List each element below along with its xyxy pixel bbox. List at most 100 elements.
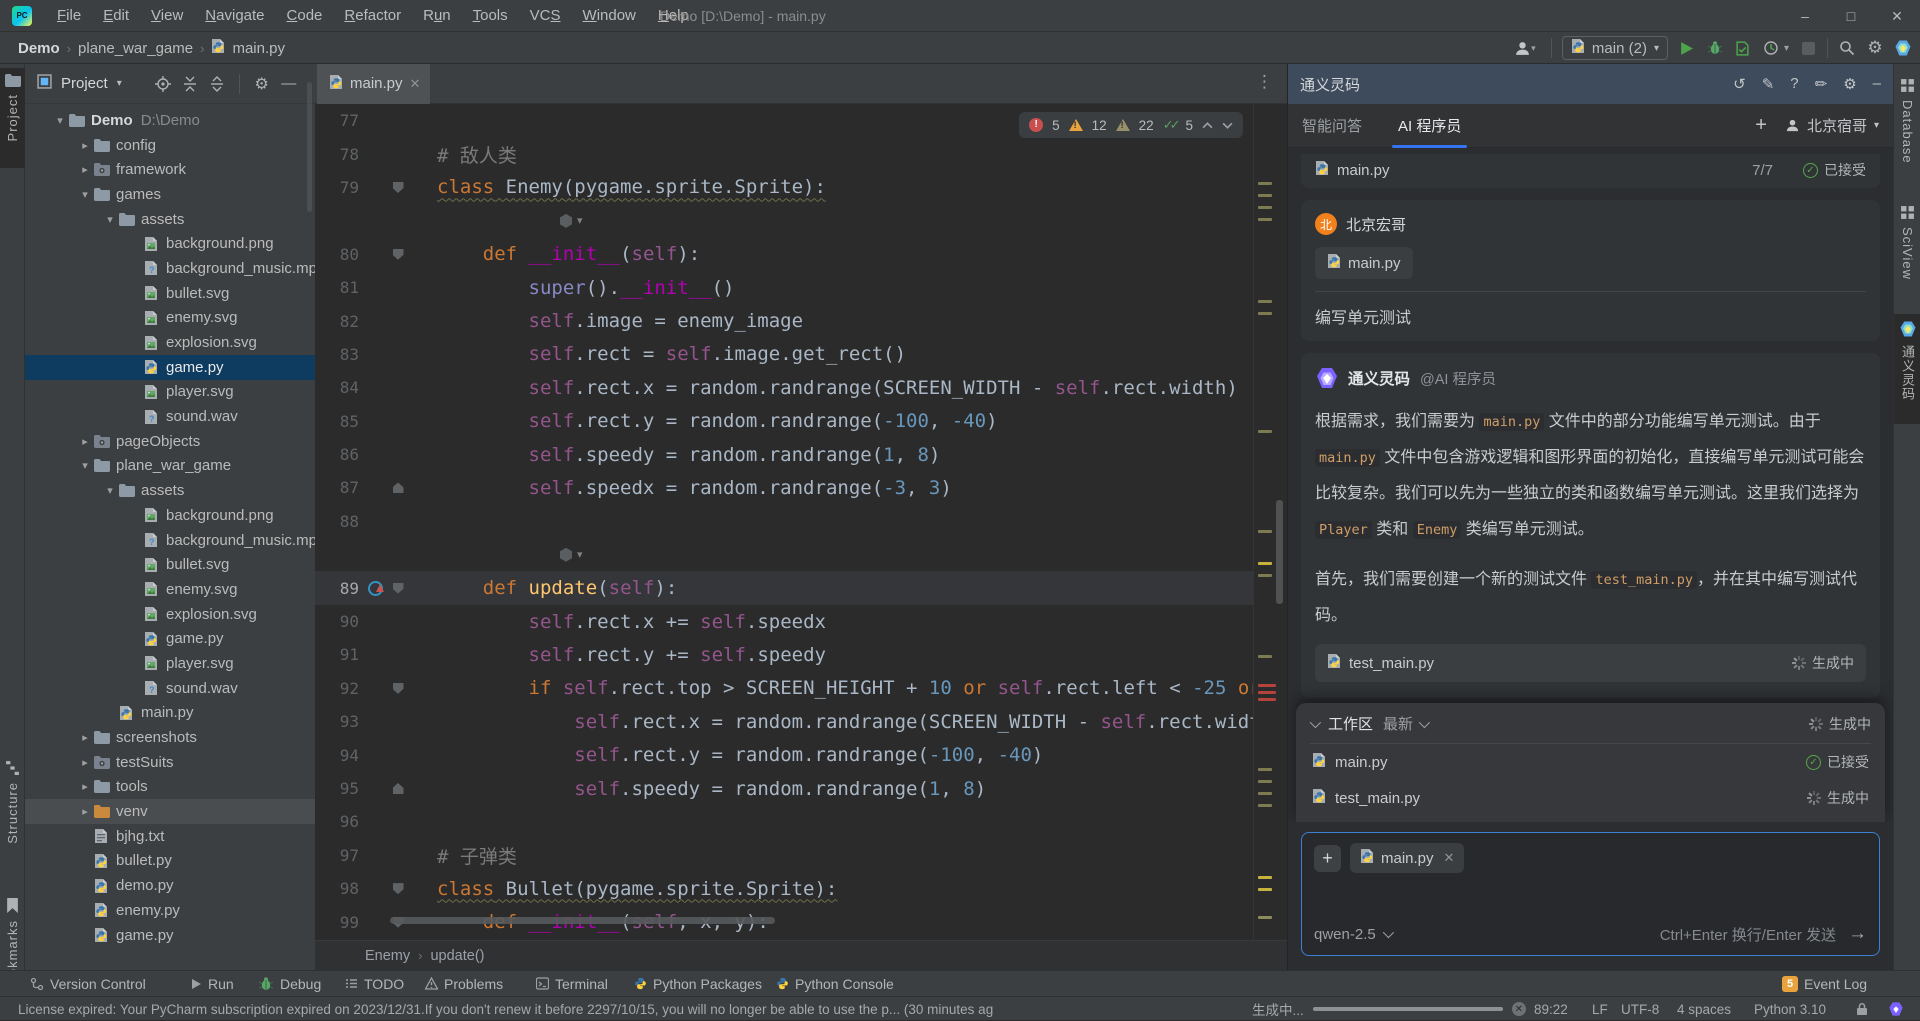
caret-position[interactable]: 89:22	[1534, 997, 1568, 1021]
fold-end-icon[interactable]	[393, 783, 404, 794]
tree-item-background_music.mp3[interactable]: ?background_music.mp3	[25, 256, 315, 281]
tree-item-demo.py[interactable]: demo.py	[25, 873, 315, 898]
tree-item-Demo[interactable]: ▾DemoD:\Demo	[25, 108, 315, 133]
fold-marker[interactable]	[387, 683, 409, 694]
fold-marker[interactable]	[387, 783, 409, 794]
tree-item-enemy.svg[interactable]: enemy.svg	[25, 577, 315, 602]
stripe-tab-Structure[interactable]: Structure	[0, 754, 25, 859]
project-panel-title[interactable]: Project	[61, 75, 108, 92]
stripe-tab-Project[interactable]: Project	[0, 68, 25, 168]
stripe-tab-Bookmarks[interactable]: Bookmarks	[0, 892, 25, 970]
indent-setting[interactable]: 4 spaces	[1677, 997, 1731, 1021]
tree-item-tools[interactable]: ▸tools	[25, 775, 315, 800]
maximize-button[interactable]: □	[1828, 0, 1874, 32]
tool-window-button-version-control[interactable]: Version Control	[30, 976, 146, 992]
tree-item-framework[interactable]: ▸framework	[25, 157, 315, 182]
tree-item-assets[interactable]: ▾assets	[25, 207, 315, 232]
expand-all-button[interactable]	[181, 75, 199, 93]
code-line-88[interactable]: 88	[315, 505, 1263, 538]
stripe-tab-通义灵码[interactable]: 通义灵码	[1894, 314, 1920, 424]
add-session-icon[interactable]: +	[1755, 114, 1767, 137]
menu-window[interactable]: Window	[572, 7, 647, 24]
tree-expanded-icon[interactable]: ▾	[76, 459, 94, 472]
menu-navigate[interactable]: Navigate	[194, 7, 275, 24]
tree-item-bjhg.txt[interactable]: bjhg.txt	[25, 824, 315, 849]
minimize-button[interactable]: –	[1782, 0, 1828, 32]
pen-icon[interactable]: ✏	[1815, 75, 1828, 93]
code-line-95[interactable]: 95 self.speedy = random.randrange(1, 8)	[315, 772, 1263, 805]
fold-marker[interactable]	[387, 583, 409, 594]
error-stripe[interactable]	[1253, 104, 1287, 940]
tree-item-player.svg[interactable]: player.svg	[25, 380, 315, 405]
tab-ai-programmer[interactable]: AI 程序员	[1398, 104, 1461, 148]
fold-start-icon[interactable]	[393, 583, 404, 594]
attachment-chip[interactable]: main.py	[1315, 247, 1413, 279]
menu-run[interactable]: Run	[412, 7, 462, 24]
code-line-87[interactable]: 87 self.speedx = random.randrange(-3, 3)	[315, 471, 1263, 504]
fold-start-icon[interactable]	[393, 182, 404, 193]
tree-item-sound.wav[interactable]: ?sound.wav	[25, 676, 315, 701]
code-line-80[interactable]: 80 def __init__(self):	[315, 238, 1263, 271]
code-line-94[interactable]: 94 self.rect.y = random.randrange(-100, …	[315, 738, 1263, 771]
fold-marker[interactable]	[387, 482, 409, 493]
menu-file[interactable]: File	[46, 7, 92, 24]
collapse-all-button[interactable]	[208, 75, 226, 93]
tree-item-testSuits[interactable]: ▸testSuits	[25, 750, 315, 775]
code-line-86[interactable]: 86 self.speedy = random.randrange(1, 8)	[315, 438, 1263, 471]
search-everywhere-icon[interactable]	[1838, 39, 1856, 57]
close-button[interactable]: ✕	[1874, 0, 1920, 32]
code-line-78[interactable]: 78# 敌人类	[315, 137, 1263, 170]
python-interpreter[interactable]: Python 3.10	[1754, 997, 1826, 1021]
editor-breadcrumb-Enemy[interactable]: Enemy	[365, 948, 410, 964]
profiler-button[interactable]	[1762, 39, 1780, 57]
breadcrumb-item-plane_war_game[interactable]: plane_war_game	[78, 40, 193, 57]
debug-button[interactable]	[1706, 39, 1724, 57]
gear-icon[interactable]: ⚙	[1843, 75, 1856, 93]
workspace-filter[interactable]: 最新	[1383, 713, 1427, 734]
tree-item-config[interactable]: ▸config	[25, 133, 315, 158]
tree-item-venv[interactable]: ▸venv	[25, 799, 315, 824]
tree-collapsed-icon[interactable]: ▸	[76, 756, 94, 769]
editor-scrollbar-thumb[interactable]	[1276, 500, 1283, 604]
tree-item-explosion.svg[interactable]: explosion.svg	[25, 330, 315, 355]
ai-codelens-icon[interactable]: ▾	[559, 548, 583, 562]
tool-window-button-run[interactable]: Run	[190, 976, 234, 992]
generated-file-chip[interactable]: test_main.py 生成中	[1315, 644, 1866, 682]
tool-window-button-python-console[interactable]: Python Console	[776, 976, 894, 992]
tree-item-background.png[interactable]: background.png	[25, 503, 315, 528]
tool-window-button-todo[interactable]: TODO	[345, 976, 404, 992]
line-separator[interactable]: LF	[1592, 997, 1608, 1021]
tree-expanded-icon[interactable]: ▾	[101, 213, 119, 226]
tree-item-game.py[interactable]: game.py	[25, 923, 315, 948]
code-line-93[interactable]: 93 self.rect.x = random.randrange(SCREEN…	[315, 705, 1263, 738]
tab-close-icon[interactable]: ✕	[410, 76, 421, 92]
tree-item-background.png[interactable]: background.png	[25, 231, 315, 256]
profiler-chevron-icon[interactable]: ▾	[1784, 43, 1789, 54]
menu-refactor[interactable]: Refactor	[333, 7, 412, 24]
user-account-icon[interactable]: ▾	[1509, 39, 1541, 57]
code-line-85[interactable]: 85 self.rect.y = random.randrange(-100, …	[315, 405, 1263, 438]
tongyi-toolbar-icon[interactable]	[1894, 39, 1912, 57]
fold-start-icon[interactable]	[393, 683, 404, 694]
code-line-83[interactable]: 83 self.rect = self.image.get_rect()	[315, 338, 1263, 371]
tree-item-background_music.mp3[interactable]: ?background_music.mp3	[25, 528, 315, 553]
tree-collapsed-icon[interactable]: ▸	[76, 805, 94, 818]
stripe-tab-SciView[interactable]: SciView	[1894, 199, 1920, 299]
tree-item-plane_war_game[interactable]: ▾plane_war_game	[25, 454, 315, 479]
settings-gear-icon[interactable]: ⚙	[1866, 39, 1884, 57]
collapse-icon[interactable]	[1310, 716, 1321, 727]
tool-window-button-terminal[interactable]: Terminal	[536, 976, 608, 992]
chip-close-icon[interactable]: ✕	[1444, 850, 1455, 866]
tab-smart-qa[interactable]: 智能问答	[1302, 104, 1362, 148]
workspace-file-main.py[interactable]: main.py✓已接受	[1310, 744, 1871, 780]
code-line-84[interactable]: 84 self.rect.x = random.randrange(SCREEN…	[315, 371, 1263, 404]
project-tree-scrollbar[interactable]	[307, 82, 312, 212]
code-line-98[interactable]: 98class Bullet(pygame.sprite.Sprite):	[315, 872, 1263, 905]
tree-collapsed-icon[interactable]: ▸	[76, 731, 94, 744]
tree-collapsed-icon[interactable]: ▸	[76, 780, 94, 793]
code-line-96[interactable]: 96	[315, 805, 1263, 838]
code-line-77[interactable]: 77	[315, 104, 1263, 137]
ai-input-box[interactable]: + main.py ✕ qwen-2.5 Ctrl+Enter 换行/Enter…	[1301, 832, 1880, 956]
lock-icon[interactable]	[1856, 997, 1868, 1021]
code-line-90[interactable]: 90 self.rect.x += self.speedx	[315, 605, 1263, 638]
